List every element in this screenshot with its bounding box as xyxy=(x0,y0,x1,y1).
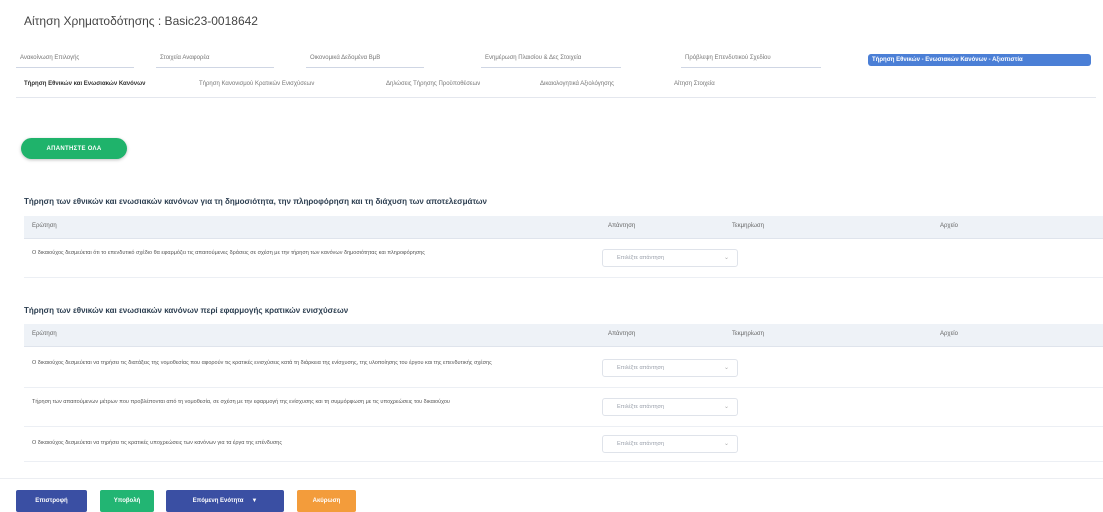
table-row: Ο δικαιούχος δεσμεύεται ότι το επενδυτικ… xyxy=(24,239,1103,278)
table-header: Ερώτηση Απάντηση Τεκμηρίωση Αρχείο xyxy=(24,324,1103,347)
cancel-button[interactable]: Ακύρωση xyxy=(297,490,356,512)
page-title: Αίτηση Χρηματοδότησης : Basic23-0018642 xyxy=(24,14,258,28)
select-placeholder: Επιλέξτε απάντηση xyxy=(617,441,665,447)
question-text: Ο δικαιούχος δεσμεύεται να τηρήσει τις δ… xyxy=(32,360,492,366)
question-text: Τήρηση των απαιτούμενων μέτρων που προβλ… xyxy=(32,399,450,405)
select-placeholder: Επιλέξτε απάντηση xyxy=(617,255,665,261)
chevron-down-icon: ▼ xyxy=(251,498,258,504)
table-header: Ερώτηση Απάντηση Τεκμηρίωση Αρχείο xyxy=(24,216,1103,239)
answer-select[interactable]: Επιλέξτε απάντηση ⌄ xyxy=(602,435,738,453)
select-placeholder: Επιλέξτε απάντηση xyxy=(617,365,665,371)
col-justification: Τεκμηρίωση xyxy=(732,331,764,337)
answer-select[interactable]: Επιλέξτε απάντηση ⌄ xyxy=(602,249,738,267)
col-file: Αρχείο xyxy=(940,223,958,229)
table-row: Ο δικαιούχος δεσμεύεται να τηρήσει τις δ… xyxy=(24,347,1103,388)
tabs-divider xyxy=(16,97,1096,98)
subtab-national-eu-rules[interactable]: Τήρηση Εθνικών και Ενωσιακών Κανόνων xyxy=(24,81,146,87)
question-text: Ο δικαιούχος δεσμεύεται να τηρήσει τις κ… xyxy=(32,440,282,446)
col-answer: Απάντηση xyxy=(608,223,636,229)
col-answer: Απάντηση xyxy=(608,331,636,337)
tab-framework-info[interactable]: Ενημέρωση Πλαισίου & Δες Στοιχεία xyxy=(481,54,621,68)
publicity-table: Ερώτηση Απάντηση Τεκμηρίωση Αρχείο Ο δικ… xyxy=(24,216,1103,278)
subtab-state-aid[interactable]: Τήρηση Κανονισμού Κρατικών Ενισχύσεων xyxy=(199,81,314,87)
answer-all-button[interactable]: ΑΠΑΝΤΗΣΤΕ ΟΛΑ xyxy=(21,138,127,159)
chevron-down-icon: ⌄ xyxy=(723,365,729,371)
primary-tabs: Ανακοίνωση Επιλογής Στοιχεία Αναφορέα Οι… xyxy=(16,54,1096,70)
col-question: Ερώτηση xyxy=(32,223,57,229)
submit-button[interactable]: Υποβολή xyxy=(100,490,154,512)
back-button[interactable]: Επιστροφή xyxy=(16,490,87,512)
table-row: Ο δικαιούχος δεσμεύεται να τηρήσει τις κ… xyxy=(24,427,1103,462)
col-question: Ερώτηση xyxy=(32,331,57,337)
table-row: Τήρηση των απαιτούμενων μέτρων που προβλ… xyxy=(24,388,1103,427)
subtab-declarations[interactable]: Δηλώσεις Τήρησης Προϋποθέσεων xyxy=(386,81,480,87)
tab-announcement[interactable]: Ανακοίνωση Επιλογής xyxy=(16,54,134,68)
tab-applicant-info[interactable]: Στοιχεία Αναφορέα xyxy=(156,54,274,68)
state-aid-table: Ερώτηση Απάντηση Τεκμηρίωση Αρχείο Ο δικ… xyxy=(24,324,1103,462)
answer-select[interactable]: Επιλέξτε απάντηση ⌄ xyxy=(602,359,738,377)
select-placeholder: Επιλέξτε απάντηση xyxy=(617,404,665,410)
col-justification: Τεκμηρίωση xyxy=(732,223,764,229)
section-title-publicity: Τήρηση των εθνικών και ενωσιακών κανόνων… xyxy=(24,197,487,206)
question-text: Ο δικαιούχος δεσμεύεται ότι το επενδυτικ… xyxy=(32,250,425,256)
chevron-down-icon: ⌄ xyxy=(723,255,729,261)
section-title-state-aid: Τήρηση των εθνικών και ενωσιακών κανόνων… xyxy=(24,306,349,315)
chevron-down-icon: ⌄ xyxy=(723,404,729,410)
tab-rules-compliance[interactable]: Τήρηση Εθνικών - Ενωσιακών Κανόνων - Αξι… xyxy=(868,54,1091,66)
col-file: Αρχείο xyxy=(940,331,958,337)
answer-select[interactable]: Επιλέξτε απάντηση ⌄ xyxy=(602,398,738,416)
tab-investment-plan[interactable]: Πρόβλεψη Επενδυτικού Σχεδίου xyxy=(681,54,821,68)
chevron-down-icon: ⌄ xyxy=(723,441,729,447)
subtab-evaluation-docs[interactable]: Δικαιολογητικά Αξιολόγησης xyxy=(540,81,614,87)
next-section-label: Επόμενη Ενότητα xyxy=(192,498,244,504)
subtab-application-data[interactable]: Αίτηση Στοιχεία xyxy=(674,81,715,87)
next-section-button[interactable]: Επόμενη Ενότητα ▼ xyxy=(166,490,284,512)
tab-financial-data[interactable]: Οικονομικά Δεδομένα ΒμΒ xyxy=(306,54,424,68)
